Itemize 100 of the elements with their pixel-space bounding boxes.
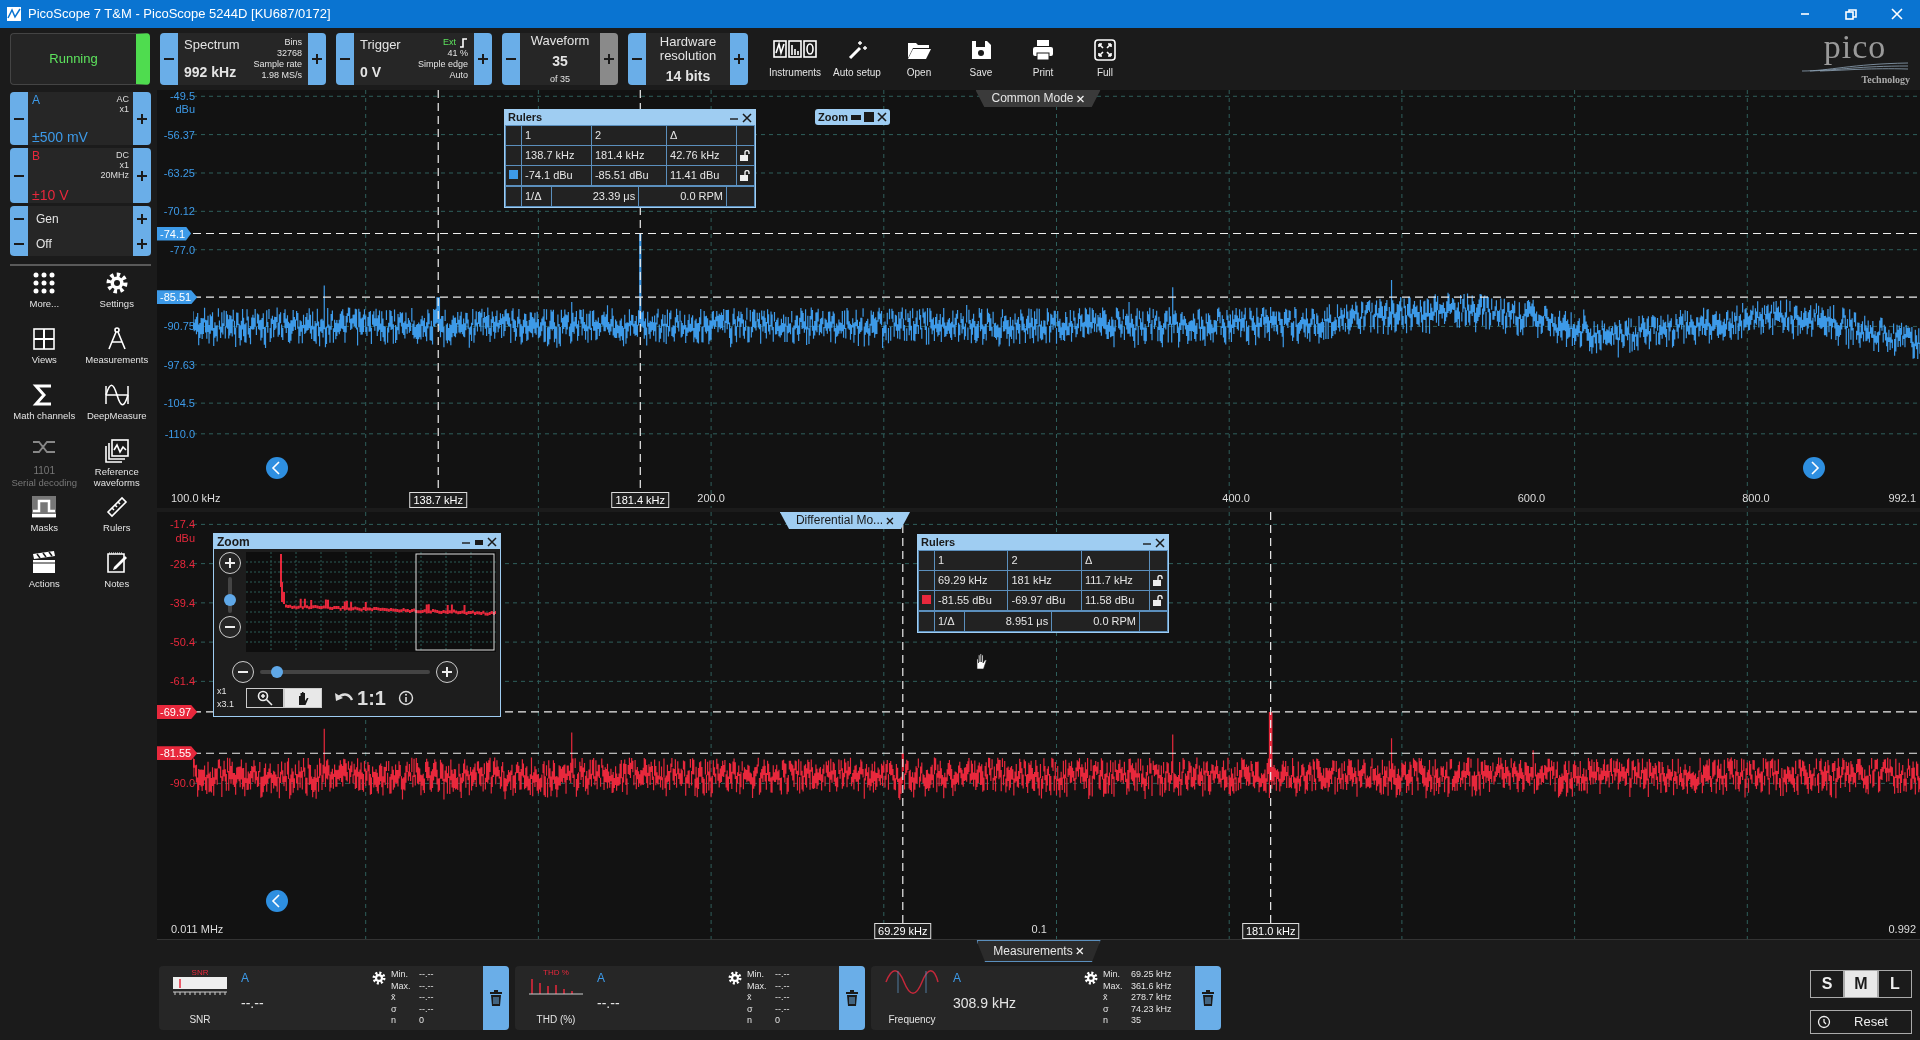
decrease-button[interactable] bbox=[10, 148, 28, 203]
ruler-marker[interactable]: -81.55 bbox=[157, 746, 198, 761]
ruler-marker[interactable]: 138.7 kHz bbox=[409, 492, 467, 508]
increase-button[interactable] bbox=[133, 148, 151, 203]
more-button[interactable]: More... bbox=[10, 270, 79, 326]
save-button[interactable]: Save bbox=[950, 38, 1012, 80]
settings-icon[interactable] bbox=[727, 970, 743, 986]
unlocked-padlock-icon[interactable] bbox=[740, 150, 750, 161]
info-icon[interactable] bbox=[397, 690, 414, 706]
slider-thumb[interactable] bbox=[271, 666, 283, 678]
trash-icon[interactable] bbox=[846, 990, 858, 1006]
settings-icon[interactable] bbox=[371, 970, 387, 986]
measurements-tab[interactable]: Measurements bbox=[976, 940, 1101, 962]
zoom-tool-button[interactable] bbox=[246, 688, 284, 708]
reset-zoom-button[interactable]: 1:1 bbox=[334, 683, 386, 713]
close-icon[interactable] bbox=[487, 536, 497, 547]
decrease-button[interactable] bbox=[10, 231, 28, 256]
overview-thumbnail[interactable] bbox=[246, 552, 496, 652]
decrease-button[interactable] bbox=[628, 33, 646, 85]
pan-tool-button[interactable] bbox=[284, 688, 322, 708]
increase-button[interactable] bbox=[133, 206, 151, 231]
size-button[interactable]: L bbox=[1878, 970, 1912, 998]
run-button[interactable]: Running bbox=[10, 33, 150, 85]
zoom-window-bar[interactable]: Zoom bbox=[815, 109, 890, 125]
decrease-button[interactable] bbox=[10, 92, 28, 145]
unlocked-padlock-icon[interactable] bbox=[1153, 595, 1163, 606]
close-icon[interactable] bbox=[1155, 537, 1165, 548]
maximize-icon[interactable] bbox=[863, 112, 874, 122]
measurement-name: THD (%) bbox=[536, 1013, 576, 1027]
stat-value: --.-- bbox=[419, 980, 435, 993]
generator-label: Gen bbox=[35, 210, 59, 228]
stat-value: 0 bbox=[775, 1015, 781, 1027]
size-button[interactable]: S bbox=[1810, 970, 1844, 998]
decrease-button[interactable] bbox=[160, 33, 178, 85]
axis-label: 800.0 bbox=[1742, 490, 1770, 506]
open-button[interactable]: Open bbox=[888, 38, 950, 80]
grid-icon[interactable] bbox=[31, 326, 58, 352]
expand-icon[interactable] bbox=[1093, 38, 1117, 62]
reference-waveforms-button[interactable]: Reference waveforms bbox=[82, 438, 151, 494]
zoom-in-button[interactable] bbox=[436, 661, 458, 683]
increase-button[interactable] bbox=[474, 33, 492, 85]
increase-button[interactable] bbox=[133, 92, 151, 145]
table-cell: -74.1 dBu bbox=[521, 165, 592, 186]
trash-icon[interactable] bbox=[490, 990, 502, 1006]
slider-thumb[interactable] bbox=[224, 594, 236, 607]
print-button[interactable]: Print bbox=[1012, 38, 1074, 80]
minimize-icon[interactable] bbox=[850, 112, 861, 122]
masks-button[interactable]: Masks bbox=[10, 494, 79, 550]
auto-setup-button[interactable]: Auto setup bbox=[826, 38, 888, 80]
unlocked-padlock-icon[interactable] bbox=[740, 170, 750, 181]
view-tab[interactable]: Differential Mo... bbox=[779, 512, 911, 529]
reset-button[interactable]: Reset bbox=[1810, 1010, 1912, 1034]
decrease-button[interactable] bbox=[502, 33, 520, 85]
printer-icon[interactable] bbox=[1031, 38, 1055, 62]
control-value: 35 bbox=[552, 53, 568, 68]
table-cell: 138.7 kHz bbox=[521, 145, 592, 166]
ruler-marker[interactable]: 181.0 kHz bbox=[1241, 923, 1300, 939]
increase-button[interactable] bbox=[133, 231, 151, 256]
history-icon[interactable] bbox=[1817, 1015, 1831, 1029]
restore-icon[interactable] bbox=[1842, 6, 1860, 22]
decrease-button[interactable] bbox=[10, 206, 28, 231]
views-button[interactable]: Views bbox=[10, 326, 79, 382]
math-channels-button[interactable]: Math channels bbox=[10, 382, 79, 438]
generator-label: Off bbox=[35, 235, 52, 253]
rulers-button[interactable]: Rulers bbox=[82, 494, 151, 550]
deepmeasure-button[interactable]: DeepMeasure bbox=[82, 382, 151, 438]
pulse-icon[interactable] bbox=[31, 494, 58, 520]
decrease-button[interactable] bbox=[336, 33, 354, 85]
zoom-in-button[interactable] bbox=[219, 552, 241, 574]
sine-wave-icon[interactable] bbox=[103, 382, 130, 408]
notes-button[interactable]: Notes bbox=[82, 550, 151, 606]
view-tab[interactable]: Common Mode bbox=[975, 90, 1101, 107]
ruler-marker[interactable]: 181.4 kHz bbox=[611, 492, 670, 508]
trash-icon[interactable] bbox=[1202, 990, 1214, 1006]
settings-button[interactable]: Settings bbox=[82, 270, 151, 326]
ruler-marker[interactable]: 69.29 kHz bbox=[874, 923, 932, 939]
increase-button[interactable] bbox=[730, 33, 748, 85]
full-screen-button[interactable]: Full bbox=[1074, 38, 1136, 80]
stat-label: σ bbox=[391, 1003, 398, 1016]
settings-icon[interactable] bbox=[1083, 970, 1099, 986]
zoom-out-button[interactable] bbox=[232, 661, 254, 683]
delete-button[interactable] bbox=[483, 966, 509, 1030]
delete-button[interactable] bbox=[1195, 966, 1221, 1030]
close-icon[interactable] bbox=[886, 516, 895, 525]
delete-button[interactable] bbox=[839, 966, 865, 1030]
magnifier-icon[interactable] bbox=[257, 690, 273, 706]
actions-button[interactable]: Actions bbox=[10, 550, 79, 606]
unlocked-padlock-icon[interactable] bbox=[1153, 575, 1163, 586]
instruments-button[interactable]: Instruments bbox=[764, 38, 826, 80]
close-icon[interactable] bbox=[876, 112, 887, 122]
size-button[interactable]: M bbox=[1844, 970, 1878, 998]
stacked-chart-icon[interactable] bbox=[103, 438, 130, 464]
ruler-line[interactable] bbox=[193, 232, 1920, 235]
clapperboard-icon[interactable] bbox=[31, 550, 58, 576]
zoom-out-button[interactable] bbox=[219, 616, 241, 638]
close-icon[interactable] bbox=[742, 112, 752, 123]
increase-button[interactable] bbox=[308, 33, 326, 85]
measurements-button[interactable]: Measurements bbox=[82, 326, 151, 382]
ruler-marker[interactable]: -69.97 bbox=[157, 704, 198, 719]
table-cell: -85.51 dBu bbox=[591, 165, 667, 186]
